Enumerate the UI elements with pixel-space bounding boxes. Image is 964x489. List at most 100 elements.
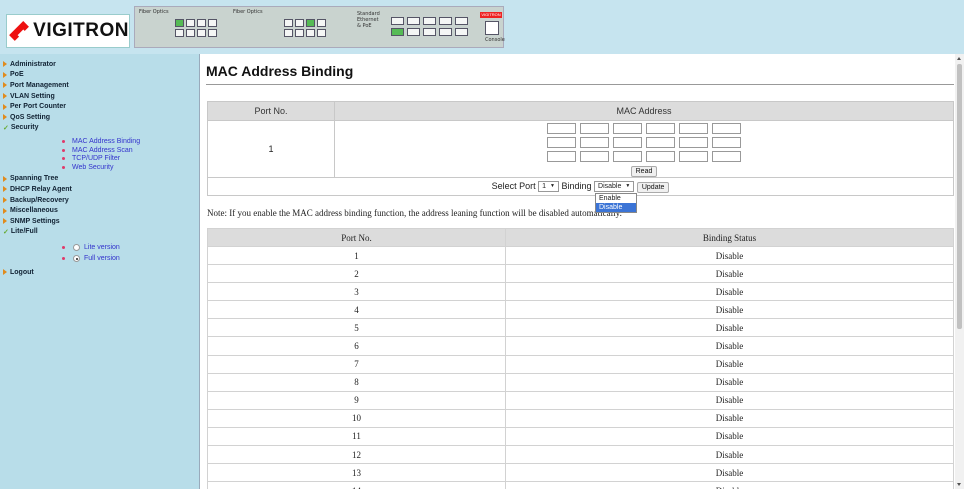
binding-status-cell: Disable <box>505 445 954 465</box>
nav-label: PoE <box>10 71 24 79</box>
scroll-thumb[interactable] <box>957 64 962 329</box>
update-button[interactable]: Update <box>636 181 670 193</box>
port-indicator[interactable] <box>284 29 293 37</box>
nav-qos-setting[interactable]: QoS Setting <box>0 112 199 123</box>
port-indicator[interactable] <box>423 28 436 36</box>
nav-logout[interactable]: Logout <box>0 267 199 278</box>
nav-administrator[interactable]: Administrator <box>0 59 199 70</box>
read-button[interactable]: Read <box>630 166 658 177</box>
port-indicator[interactable] <box>455 17 468 25</box>
mac-octet-input[interactable] <box>547 137 576 148</box>
port-indicator[interactable] <box>439 28 452 36</box>
mac-octet-input[interactable] <box>547 151 576 162</box>
port-indicator[interactable] <box>208 29 217 37</box>
nav-label: DHCP Relay Agent <box>10 185 72 193</box>
console-port <box>485 21 499 35</box>
port-indicator[interactable] <box>208 19 217 27</box>
port-indicator[interactable] <box>455 28 468 36</box>
binding-status-cell: Disable <box>505 463 954 483</box>
arrow-icon <box>3 61 7 68</box>
port-indicator[interactable] <box>439 17 452 25</box>
mac-octet-input[interactable] <box>679 151 708 162</box>
port-indicator[interactable] <box>407 17 420 25</box>
sub-mac-address-binding[interactable]: MAC Address Binding <box>0 137 199 146</box>
port-indicator[interactable] <box>284 19 293 27</box>
nav-backup-recovery[interactable]: Backup/Recovery <box>0 195 199 206</box>
port-indicator[interactable] <box>306 29 315 37</box>
port-indicator[interactable] <box>175 19 184 27</box>
binding-select[interactable]: Disable ▼ <box>594 180 635 192</box>
port-indicator[interactable] <box>391 17 404 25</box>
option-disable[interactable]: Disable <box>596 203 636 212</box>
sub-web-security[interactable]: Web Security <box>0 163 199 172</box>
port-number-cell: 4 <box>207 300 506 320</box>
nav-vlan-setting[interactable]: VLAN Setting <box>0 91 199 102</box>
port-indicator[interactable] <box>197 19 206 27</box>
arrow-icon <box>3 93 7 100</box>
nav-label: Lite/Full <box>10 228 38 236</box>
vertical-scrollbar[interactable] <box>955 54 964 489</box>
lite-version-option[interactable]: Lite version <box>0 242 199 253</box>
page-title: MAC Address Binding <box>206 63 354 79</box>
full-version-option[interactable]: Full version <box>0 253 199 264</box>
port-number-cell: 10 <box>207 408 506 428</box>
sub-tcp-udp-filter[interactable]: TCP/UDP Filter <box>0 154 199 163</box>
port-number-cell: 12 <box>207 445 506 465</box>
mac-octet-input[interactable] <box>613 137 642 148</box>
mac-octet-input[interactable] <box>613 123 642 134</box>
mac-octet-input[interactable] <box>580 151 609 162</box>
port-select[interactable]: 1 ▼ <box>538 180 559 192</box>
mac-octet-input[interactable] <box>646 123 675 134</box>
mac-octet-input[interactable] <box>580 137 609 148</box>
mac-octet-input[interactable] <box>679 123 708 134</box>
binding-status-cell: Disable <box>505 300 954 320</box>
port-indicator[interactable] <box>295 19 304 27</box>
option-enable[interactable]: Enable <box>596 194 636 203</box>
port-indicator[interactable] <box>391 28 404 36</box>
mac-octet-input[interactable] <box>547 123 576 134</box>
nav-lite-full[interactable]: ✓ Lite/Full <box>0 227 199 238</box>
mac-octet-input[interactable] <box>646 137 675 148</box>
port-indicator[interactable] <box>295 29 304 37</box>
port-indicator[interactable] <box>317 19 326 27</box>
port-indicator[interactable] <box>197 29 206 37</box>
table-row: 12 Disable <box>207 445 954 465</box>
port-indicator[interactable] <box>186 29 195 37</box>
nav-spanning-tree[interactable]: Spanning Tree <box>0 174 199 185</box>
mac-octet-input[interactable] <box>646 151 675 162</box>
mac-octet-input[interactable] <box>613 151 642 162</box>
nav-per-port-counter[interactable]: Per Port Counter <box>0 101 199 112</box>
nav-snmp-settings[interactable]: SNMP Settings <box>0 216 199 227</box>
scroll-up-icon[interactable] <box>957 57 961 60</box>
nav-poe[interactable]: PoE <box>0 70 199 81</box>
bullet-icon <box>62 157 65 161</box>
full-version-radio[interactable] <box>73 255 80 263</box>
sub-mac-address-scan[interactable]: MAC Address Scan <box>0 146 199 155</box>
port-indicator[interactable] <box>186 19 195 27</box>
port-indicator[interactable] <box>407 28 420 36</box>
table-row: 13 Disable <box>207 463 954 483</box>
nav-dhcp-relay-agent[interactable]: DHCP Relay Agent <box>0 184 199 195</box>
arrow-icon <box>3 114 7 121</box>
table-row: 5 Disable <box>207 318 954 338</box>
lite-version-radio[interactable] <box>73 244 80 252</box>
port-indicator[interactable] <box>175 29 184 37</box>
port-indicator[interactable] <box>317 29 326 37</box>
mac-octet-input[interactable] <box>712 137 741 148</box>
nav-label: Per Port Counter <box>10 103 67 111</box>
col-port-header: Port No. <box>207 228 506 247</box>
port-indicator[interactable] <box>423 17 436 25</box>
scroll-down-icon[interactable] <box>957 483 961 486</box>
table-row: 2 Disable <box>207 264 954 284</box>
port-number-cell: 13 <box>207 463 506 483</box>
nav-port-management[interactable]: Port Management <box>0 80 199 91</box>
mac-octet-input[interactable] <box>712 123 741 134</box>
nav-security[interactable]: ✓ Security <box>0 123 199 134</box>
mac-octet-input[interactable] <box>712 151 741 162</box>
nav-miscellaneous[interactable]: Miscellaneous <box>0 205 199 216</box>
mac-octet-input[interactable] <box>679 137 708 148</box>
mac-octet-input[interactable] <box>580 123 609 134</box>
port-indicator[interactable] <box>306 19 315 27</box>
fiber-optics-label: Fiber Optics <box>139 9 169 15</box>
mac-input-cell: Read <box>334 120 954 178</box>
